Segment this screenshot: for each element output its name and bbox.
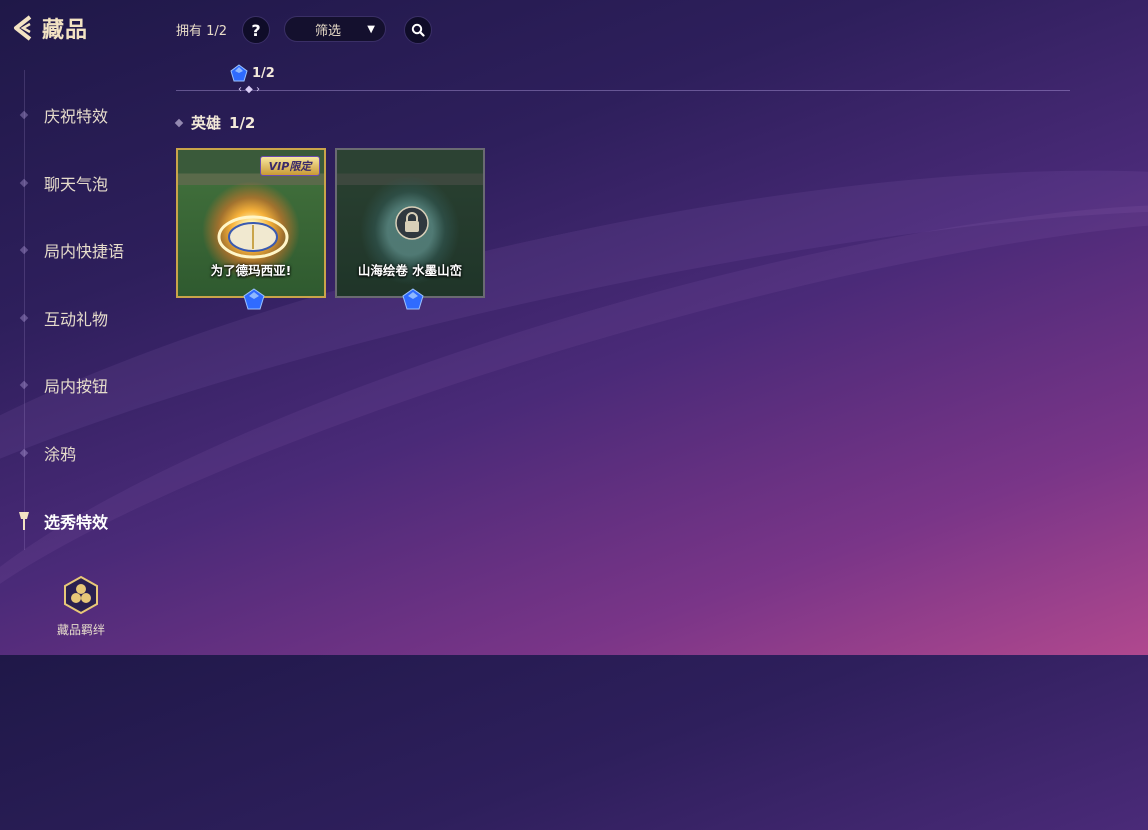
sidebar-item-label: 庆祝特效 <box>44 107 109 126</box>
sidebar-dot <box>19 110 29 120</box>
collection-progress: 1/2 <box>230 64 275 82</box>
collection-card-locked[interactable]: 山海绘卷 水墨山峦 <box>335 148 485 310</box>
sidebar-item-label: 局内按钮 <box>44 377 109 396</box>
help-button[interactable]: ? <box>242 16 270 44</box>
hexagon-bond-icon <box>64 575 98 615</box>
gem-icon <box>230 64 248 82</box>
sidebar-item-buttons[interactable]: 局内按钮 <box>0 370 160 400</box>
card-label: 山海绘卷 水墨山峦 <box>357 263 463 278</box>
sidebar-dot <box>19 380 29 390</box>
sidebar-item-celebration[interactable]: 庆祝特效 <box>0 100 160 130</box>
section-header: 英雄 1/2 <box>174 112 256 133</box>
owned-count: 拥有 1/2 <box>176 24 228 39</box>
sidebar-item-label: 局内快捷语 <box>44 242 125 261</box>
page-title: 藏品 <box>42 18 89 43</box>
sidebar-item-quick-chat[interactable]: 局内快捷语 <box>0 235 160 265</box>
lock-icon <box>395 206 429 240</box>
sidebar-dot <box>19 245 29 255</box>
divider-ornament: ‹ ◆ › <box>238 84 261 95</box>
sidebar-dot <box>19 313 29 323</box>
sidebar-item-label: 聊天气泡 <box>44 175 109 194</box>
section-count: 1/2 <box>229 113 256 132</box>
bond-label: 藏品羁绊 <box>56 623 105 637</box>
sidebar-item-label: 选秀特效 <box>44 513 109 532</box>
pin-icon <box>19 512 29 530</box>
emblem-icon <box>217 215 289 259</box>
back-arrow-icon <box>14 15 32 41</box>
gem-icon <box>243 288 265 310</box>
search-button[interactable] <box>404 16 432 44</box>
vip-badge: VIP限定 <box>260 156 320 176</box>
sidebar-dot <box>19 448 29 458</box>
sidebar-dot <box>19 178 29 188</box>
help-icon: ? <box>251 20 261 40</box>
gem-icon <box>402 288 424 310</box>
sidebar-item-label: 互动礼物 <box>44 310 109 329</box>
chevron-down-icon: ▼ <box>367 23 375 35</box>
sidebar-item-label: 涂鸦 <box>44 445 77 464</box>
filter-dropdown[interactable]: 筛选 ▼ <box>284 16 386 42</box>
sidebar-item-draft-effects[interactable]: 选秀特效 <box>0 506 160 536</box>
collection-card[interactable]: VIP限定 为了德玛西亚! <box>176 148 326 310</box>
back-button[interactable]: 藏品 <box>10 12 88 44</box>
card-label: 为了德玛西亚! <box>210 263 292 278</box>
sidebar-item-chat-bubble[interactable]: 聊天气泡 <box>0 168 160 198</box>
divider <box>176 90 1070 91</box>
collection-bond-button[interactable]: 藏品羁绊 <box>52 575 110 638</box>
progress-count: 1/2 <box>252 65 275 81</box>
filter-label: 筛选 <box>315 23 342 39</box>
sidebar-item-graffiti[interactable]: 涂鸦 <box>0 438 160 468</box>
sidebar-item-gifts[interactable]: 互动礼物 <box>0 303 160 333</box>
section-bullet <box>174 118 184 127</box>
search-icon <box>411 23 425 37</box>
section-title: 英雄 <box>191 114 222 132</box>
